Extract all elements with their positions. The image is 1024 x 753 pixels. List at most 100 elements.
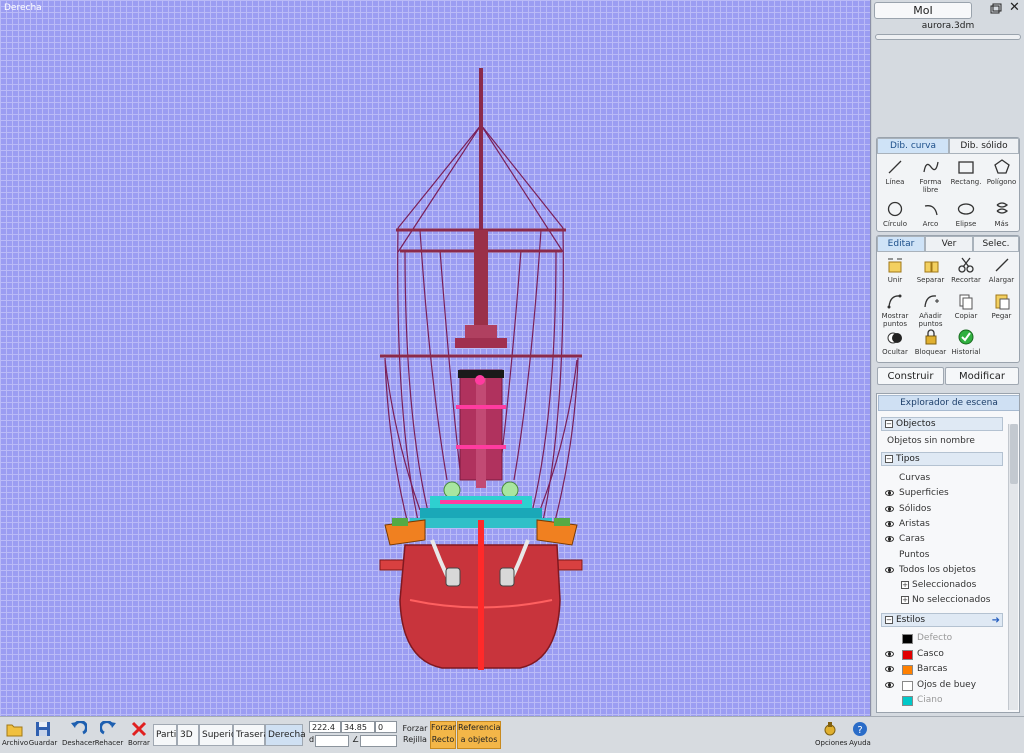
- draw-tool-ellipse[interactable]: Elipse: [948, 200, 984, 228]
- collapse-icon[interactable]: −: [885, 419, 893, 428]
- style-color-swatch[interactable]: [902, 680, 913, 691]
- eye-icon[interactable]: [885, 505, 894, 512]
- options-button[interactable]: Opciones: [815, 721, 847, 747]
- eye-icon[interactable]: [885, 490, 894, 497]
- type-row[interactable]: Caras: [879, 532, 1009, 547]
- explorer-scrollbar[interactable]: [1008, 424, 1018, 710]
- object-snap-toggle[interactable]: Referencia a objetos: [457, 721, 501, 749]
- edit-panel: Editar Ver Selec. Unir Separar Recortar Ala…: [876, 235, 1020, 363]
- edit-tool-trim[interactable]: Recortar: [948, 256, 984, 284]
- expand-icon[interactable]: +: [901, 595, 909, 604]
- style-color-swatch[interactable]: [902, 649, 913, 660]
- construct-button[interactable]: Construir: [877, 367, 944, 385]
- tool-label: Bloquear: [914, 348, 947, 356]
- style-row[interactable]: Ciano: [879, 693, 1009, 708]
- edit-tool-show-points[interactable]: Mostrar puntos: [877, 292, 913, 328]
- help-button[interactable]: ? Ayuda: [848, 721, 872, 747]
- eye-icon[interactable]: [885, 520, 894, 527]
- types-section[interactable]: − Tipos: [881, 452, 1003, 466]
- styles-section[interactable]: − Estilos ➜: [881, 613, 1003, 627]
- eye-icon[interactable]: [885, 536, 894, 543]
- delete-button[interactable]: Borrar: [127, 721, 151, 747]
- style-color-swatch[interactable]: [902, 634, 913, 644]
- eye-icon[interactable]: [885, 666, 894, 672]
- tool-label: Arco: [922, 220, 939, 228]
- view-button-superior[interactable]: Superior: [199, 724, 240, 746]
- type-row[interactable]: Sólidos: [879, 502, 1009, 517]
- polygon-icon: [993, 159, 1010, 174]
- tab-edit[interactable]: Editar: [877, 236, 925, 252]
- unnamed-objects-row[interactable]: Objetos sin nombre: [887, 434, 1017, 449]
- tool-label: Círculo: [882, 220, 908, 228]
- tool-label: Pegar: [991, 312, 1012, 320]
- snap-grid-toggle[interactable]: Forzar Rejilla: [402, 723, 428, 745]
- tab-draw-curve[interactable]: Dib. curva: [877, 138, 949, 154]
- view-button-derecha[interactable]: Derecha: [265, 724, 306, 746]
- eye-icon[interactable]: [885, 566, 894, 573]
- objects-section[interactable]: − Objectos: [881, 417, 1003, 431]
- close-icon[interactable]: ✕: [1009, 1, 1020, 14]
- edit-tool-history[interactable]: Historial: [948, 328, 984, 356]
- style-color-swatch[interactable]: [902, 696, 913, 706]
- draw-tool-polygon[interactable]: Polígono: [984, 158, 1020, 186]
- draw-tool-more[interactable]: Más: [984, 200, 1020, 228]
- edit-tool-hide[interactable]: Ocultar: [877, 328, 913, 356]
- edit-tool-lock[interactable]: Bloquear: [913, 328, 949, 356]
- type-row[interactable]: Puntos: [879, 548, 1009, 563]
- edit-tool-separate[interactable]: Separar: [913, 256, 949, 284]
- view-button-3d[interactable]: 3D: [177, 724, 199, 746]
- redo-button[interactable]: Rehacer: [94, 720, 124, 747]
- modify-button[interactable]: Modificar: [945, 367, 1019, 385]
- coord-x[interactable]: 222.4: [309, 721, 341, 733]
- angle-input[interactable]: [360, 735, 397, 747]
- ship-model[interactable]: [0, 0, 871, 716]
- eye-icon[interactable]: [885, 681, 894, 688]
- edit-tool-copy[interactable]: Copiar: [948, 292, 984, 320]
- draw-tool-rectangle[interactable]: Rectang.: [948, 158, 984, 186]
- snap-straight-toggle[interactable]: Forzar Recto: [430, 721, 456, 749]
- type-row[interactable]: Aristas: [879, 517, 1009, 532]
- expand-icon[interactable]: +: [901, 580, 909, 589]
- viewport-right[interactable]: Derecha: [0, 0, 871, 716]
- tool-label: Polígono: [986, 178, 1017, 186]
- edit-tool-join[interactable]: Unir: [877, 256, 913, 284]
- style-row[interactable]: Ojos de buey: [879, 678, 1009, 693]
- style-row[interactable]: Casco: [879, 647, 1009, 662]
- save-button[interactable]: Guardar: [28, 721, 58, 747]
- tool-label: Historial: [951, 348, 981, 356]
- type-row[interactable]: Curvas: [879, 471, 1009, 486]
- edit-tool-add-points[interactable]: Añadir puntos: [913, 292, 949, 328]
- file-button[interactable]: Archivo: [2, 721, 28, 747]
- style-row[interactable]: Defecto: [879, 631, 1009, 646]
- tool-label: Elipse: [955, 220, 977, 228]
- maximize-icon[interactable]: [990, 3, 1002, 14]
- paste-icon: [995, 294, 1009, 310]
- tab-draw-solid[interactable]: Dib. sólido: [949, 138, 1019, 154]
- type-row[interactable]: Superficies: [879, 486, 1009, 501]
- scene-explorer-title[interactable]: Explorador de escena: [878, 395, 1019, 411]
- tab-view[interactable]: Ver: [925, 236, 973, 252]
- edit-tool-extend[interactable]: Alargar: [984, 256, 1020, 284]
- unselected-row[interactable]: + No seleccionados: [901, 593, 1019, 608]
- style-row[interactable]: Barcas: [879, 662, 1009, 677]
- coord-z[interactable]: 0: [375, 721, 397, 733]
- tab-select[interactable]: Selec.: [973, 236, 1019, 252]
- coord-y[interactable]: 34.85: [341, 721, 375, 733]
- selected-row[interactable]: + Seleccionados: [901, 578, 1019, 593]
- undo-button[interactable]: Deshacer: [62, 720, 95, 747]
- distance-input[interactable]: [315, 735, 349, 747]
- draw-tool-arc[interactable]: Arco: [913, 200, 949, 228]
- collapse-icon[interactable]: −: [885, 615, 893, 624]
- draw-tool-line[interactable]: Línea: [877, 158, 913, 186]
- type-row[interactable]: Todos los objetos: [879, 563, 1009, 578]
- view-button-partir[interactable]: Partir: [153, 724, 180, 746]
- draw-tool-circle[interactable]: Círculo: [877, 200, 913, 228]
- style-color-swatch[interactable]: [902, 665, 913, 675]
- scrollbar-thumb[interactable]: [1010, 424, 1018, 484]
- view-button-trasera[interactable]: Trasera: [233, 724, 269, 746]
- collapse-icon[interactable]: −: [885, 454, 893, 463]
- arrow-right-icon[interactable]: ➜: [992, 614, 1000, 627]
- eye-icon[interactable]: [885, 650, 894, 657]
- draw-tool-freeform[interactable]: Forma libre: [913, 158, 949, 194]
- edit-tool-paste[interactable]: Pegar: [984, 292, 1020, 320]
